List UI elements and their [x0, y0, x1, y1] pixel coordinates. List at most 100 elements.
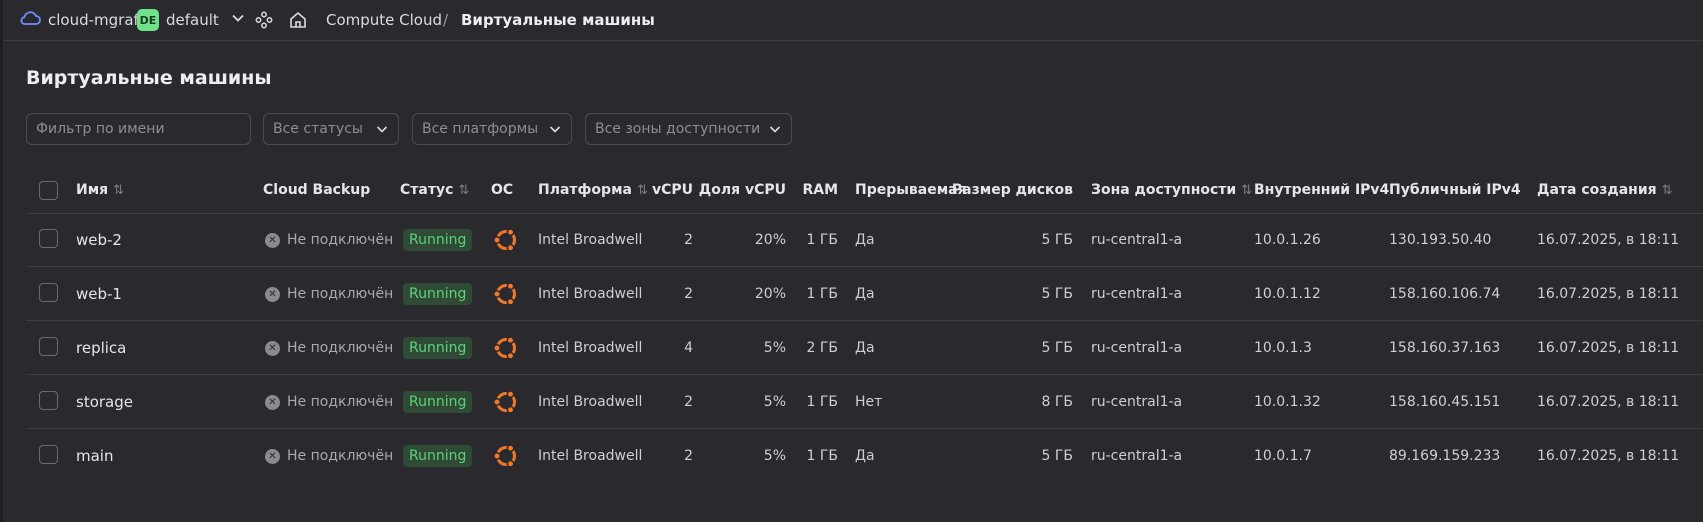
table-row[interactable]: storage ✕ Не подключён Running Intel Broadwe…: [0, 375, 1703, 429]
column-header-status[interactable]: Статус ⇅: [400, 178, 469, 202]
chevron-down-icon: [769, 123, 781, 139]
column-header-vcpu: vCPU: [651, 182, 693, 198]
zone-cell: ru-central1-a: [1091, 448, 1183, 464]
disk-size-cell: 5 ГБ: [1041, 340, 1074, 356]
public-ip-cell: 158.160.45.151: [1389, 394, 1501, 410]
row-checkbox[interactable]: [39, 229, 58, 248]
folder-selector[interactable]: DE default: [137, 0, 245, 40]
preemptible-cell: Да: [855, 340, 875, 356]
name-filter-placeholder: Фильтр по имени: [36, 121, 165, 137]
column-header-name[interactable]: Имя ⇅: [76, 178, 124, 202]
status-filter-value: Все статусы: [273, 121, 363, 137]
preemptible-cell: Да: [855, 448, 875, 464]
platform-filter-value: Все платформы: [422, 121, 539, 137]
ram-cell: 1 ГБ: [806, 232, 839, 248]
ram-cell: 1 ГБ: [806, 394, 839, 410]
breadcrumb-current: Виртуальные машины: [461, 11, 655, 29]
public-ip-cell: 158.160.37.163: [1389, 340, 1501, 356]
row-checkbox[interactable]: [39, 283, 58, 302]
status-badge: Running: [403, 229, 473, 251]
column-header-label: Дата создания: [1537, 182, 1657, 198]
platform-cell: Intel Broadwell: [538, 232, 643, 248]
close-circle-icon: ✕: [265, 394, 280, 410]
home-icon[interactable]: [288, 0, 308, 40]
internal-ip-cell: 10.0.1.3: [1254, 340, 1312, 356]
ubuntu-icon: [492, 267, 520, 321]
column-header-label: Имя: [76, 182, 109, 198]
backup-status: Не подключён: [287, 448, 394, 464]
status-cell: Running: [403, 375, 473, 429]
status-cell: Running: [403, 429, 473, 483]
close-circle-icon: ✕: [265, 232, 280, 248]
public-ip-cell: 130.193.50.40: [1389, 232, 1492, 248]
status-filter-select[interactable]: Все статусы: [263, 113, 399, 145]
name-filter-input[interactable]: Фильтр по имени: [26, 113, 251, 145]
vm-name-link[interactable]: web-1: [76, 267, 122, 321]
table-row[interactable]: web-2 ✕ Не подключён Running Intel Broadwell…: [0, 213, 1703, 267]
platform-cell: Intel Broadwell: [538, 340, 643, 356]
table-row[interactable]: web-1 ✕ Не подключён Running Intel Broadwell…: [0, 267, 1703, 321]
row-checkbox[interactable]: [39, 337, 58, 356]
vm-name-link[interactable]: main: [76, 429, 113, 483]
backup-cell: ✕ Не подключён: [265, 267, 393, 321]
column-header-internal-ip: Внутренний IPv4: [1254, 182, 1390, 198]
sort-icon: ⇅: [458, 182, 470, 198]
status-cell: Running: [403, 267, 473, 321]
nodes-icon[interactable]: [255, 0, 273, 40]
breadcrumb-separator: /: [443, 11, 449, 29]
vcpu-share-cell: 20%: [754, 286, 786, 302]
chevron-down-icon: [376, 123, 388, 139]
vcpu-share-cell: 5%: [763, 340, 786, 356]
vm-name-link[interactable]: web-2: [76, 213, 122, 267]
column-header-zone[interactable]: Зона доступности ⇅: [1091, 178, 1252, 202]
platform-cell: Intel Broadwell: [538, 448, 643, 464]
platform-filter-select[interactable]: Все платформы: [412, 113, 572, 145]
column-header-backup: Cloud Backup: [263, 182, 371, 198]
folder-name: default: [166, 11, 219, 29]
backup-cell: ✕ Не подключён: [265, 375, 393, 429]
internal-ip-cell: 10.0.1.32: [1254, 394, 1321, 410]
select-all-checkbox[interactable]: [39, 181, 58, 200]
created-cell: 16.07.2025, в 18:11: [1537, 232, 1680, 248]
column-header-public-ip: Публичный IPv4: [1389, 182, 1521, 198]
vcpu-share-cell: 5%: [763, 394, 786, 410]
top-bar: cloud-mgraf DE default Compute Cloud / В…: [3, 0, 1703, 41]
zone-filter-value: Все зоны доступности: [595, 121, 761, 137]
public-ip-cell: 89.169.159.233: [1389, 448, 1501, 464]
backup-status: Не подключён: [287, 340, 394, 356]
column-header-created[interactable]: Дата создания ⇅: [1537, 178, 1673, 202]
cloud-selector[interactable]: cloud-mgraf: [19, 0, 139, 40]
vm-name-link[interactable]: replica: [76, 321, 126, 375]
vcpu-cell: 4: [684, 340, 693, 356]
vm-name-link[interactable]: storage: [76, 375, 133, 429]
breadcrumb-service[interactable]: Compute Cloud: [326, 0, 442, 40]
backup-status: Не подключён: [287, 394, 394, 410]
column-header-preemptible: Прерываемая: [855, 182, 967, 198]
created-cell: 16.07.2025, в 18:11: [1537, 448, 1680, 464]
column-header-platform[interactable]: Платформа ⇅: [538, 178, 648, 202]
column-header-vcpu-share: Доля vCPU: [698, 182, 786, 198]
zone-filter-select[interactable]: Все зоны доступности: [585, 113, 792, 145]
column-header-disk-size: Размер дисков: [951, 182, 1073, 198]
folder-badge: DE: [137, 9, 159, 31]
row-checkbox[interactable]: [39, 445, 58, 464]
vcpu-cell: 2: [684, 448, 693, 464]
close-circle-icon: ✕: [265, 448, 280, 464]
status-badge: Running: [403, 445, 473, 467]
row-checkbox[interactable]: [39, 391, 58, 410]
backup-status: Не подключён: [287, 286, 394, 302]
ram-cell: 1 ГБ: [806, 448, 839, 464]
table-row[interactable]: main ✕ Не подключён Running Intel Broadwell 2…: [0, 429, 1703, 483]
internal-ip-cell: 10.0.1.7: [1254, 448, 1312, 464]
chevron-down-icon: [231, 11, 245, 29]
column-header-ram: RAM: [802, 182, 838, 198]
page-title: Виртуальные машины: [26, 67, 272, 89]
disk-size-cell: 5 ГБ: [1041, 232, 1074, 248]
vcpu-share-cell: 5%: [763, 448, 786, 464]
table-row[interactable]: replica ✕ Не подключён Running Intel Broadwe…: [0, 321, 1703, 375]
disk-size-cell: 8 ГБ: [1041, 394, 1074, 410]
status-cell: Running: [403, 213, 473, 267]
internal-ip-cell: 10.0.1.12: [1254, 286, 1321, 302]
cloud-icon: [19, 10, 41, 30]
ubuntu-icon: [492, 429, 520, 483]
